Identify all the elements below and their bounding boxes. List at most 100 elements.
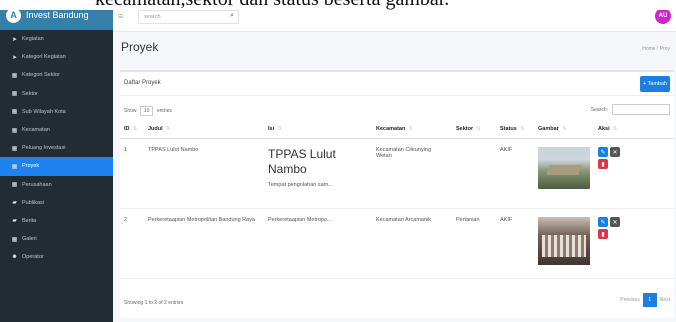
table-row: 1 TPPAS Lulut Nambo TPPAS Lulut Nambo Te… <box>120 138 674 209</box>
add-project-button[interactable]: + Tambah <box>640 76 670 92</box>
users-icon: ☻ <box>11 254 18 261</box>
sidebar-item-label: Proyek <box>22 163 40 170</box>
sidebar-item-label: Operator <box>22 254 44 261</box>
sidebar-item-berita[interactable]: ▰ Berita <box>0 212 113 230</box>
table-header-row: ID ⇅ Judul ⇅ Isi ⇅ Kecamatan ⇅ Sektor ⇅ Statu… <box>120 120 674 139</box>
grid-icon: ▦ <box>11 236 18 243</box>
column-header-kecamatan[interactable]: Kecamatan ⇅ <box>372 120 452 139</box>
isi-title: TPPAS Lulut Nambo <box>268 147 336 176</box>
close-icon[interactable]: ✕ <box>610 147 620 157</box>
table-search-label: Search: <box>590 106 608 113</box>
cell-sektor: Pertanian <box>452 208 496 279</box>
cell-id: 2 <box>120 208 144 279</box>
cell-judul: Perkeretaapian Metropolitan Bandung Raya <box>144 208 264 279</box>
sidebar-item-label: Peluang Investasi <box>22 145 66 152</box>
folder-icon: ▰ <box>12 200 17 207</box>
grid-icon: ▦ <box>11 127 18 134</box>
project-list-card: Daftar Proyek + Tambah Show 10 entries S… <box>120 70 674 318</box>
project-image <box>538 147 590 189</box>
entries-label: entries <box>156 108 172 114</box>
sidebar-item-label: Kategori Kegiatan <box>22 54 66 61</box>
grid-icon: ▦ <box>11 91 18 98</box>
avatar[interactable]: AU <box>655 8 671 24</box>
cell-isi: TPPAS Lulut Nambo Tempat pengolahan sam.… <box>264 138 372 209</box>
caption-overlay: kecamatan,sektor dan status beserta gamb… <box>0 0 676 10</box>
cell-kecamatan: Kecamatan Cileunying Wetan <box>372 138 452 209</box>
sidebar-item-peluang-investasi[interactable]: ▦ Peluang Investasi <box>0 139 113 157</box>
cell-id: 1 <box>120 138 144 209</box>
sidebar-item-sub-wilayah-kota[interactable]: ▦ Sub Wilayah Kota <box>0 103 113 121</box>
cell-status: AKIF <box>496 138 534 209</box>
isi-excerpt: Perkeretaapian Metropo... <box>268 217 332 223</box>
table-info: Showing 1 to 2 of 2 entries <box>124 300 184 306</box>
cell-judul: TPPAS Lulut Nambo <box>144 138 264 209</box>
edit-icon[interactable]: ✎ <box>598 217 608 227</box>
main-content: Proyek Home / Proy Daftar Proyek + Tamba… <box>113 32 676 322</box>
cell-isi: Perkeretaapian Metropo... <box>264 208 372 279</box>
sidebar-item-kategori-kegiatan[interactable]: ➤ Kategori Kegiatan <box>0 48 113 66</box>
brand-name: Invest Bandung <box>26 10 89 20</box>
column-header-gambar[interactable]: Gambar ⇅ <box>534 120 594 139</box>
pagination: Previous 1 Next <box>620 293 670 307</box>
sidebar-item-kategori-sektor[interactable]: ▦ Kategori Sektor <box>0 66 113 84</box>
column-header-aksi[interactable]: Aksi ⇅ <box>594 120 674 139</box>
column-header-status[interactable]: Status ⇅ <box>496 120 534 139</box>
cell-status: AKIF <box>496 208 534 279</box>
search-icon[interactable]: ⌕ <box>230 10 234 22</box>
cell-aksi: ✎ ✕ ▮ <box>594 138 674 209</box>
table-search: Search: <box>591 104 670 115</box>
cell-aksi: ✎ ✕ ▮ <box>594 208 674 279</box>
table-row: 2 Perkeretaapian Metropolitan Bandung Ra… <box>120 208 674 279</box>
sidebar-item-kegiatan[interactable]: ➤ Kegiatan <box>0 30 113 48</box>
table-search-input[interactable] <box>612 104 670 115</box>
pagination-page-1[interactable]: 1 <box>642 293 657 307</box>
sidebar-item-proyek[interactable]: ▦ Proyek <box>0 157 113 176</box>
location-arrow-icon: ➤ <box>11 36 18 43</box>
project-image <box>538 217 590 265</box>
trash-icon[interactable]: ▮ <box>598 229 608 239</box>
trash-icon[interactable]: ▮ <box>598 159 608 169</box>
card-title: Daftar Proyek <box>124 80 161 86</box>
location-arrow-icon: ➤ <box>11 54 18 61</box>
sidebar-item-publikasi[interactable]: ▰ Publikasi <box>0 194 113 212</box>
sidebar-item-label: Sub Wilayah Kota <box>22 108 66 115</box>
hamburger-menu-icon[interactable]: ≡ <box>118 11 136 21</box>
card-header: Daftar Proyek + Tambah <box>120 72 674 96</box>
entries-length-control: Show 10 entries <box>124 106 172 116</box>
project-table: ID ⇅ Judul ⇅ Isi ⇅ Kecamatan ⇅ Sektor ⇅ Statu… <box>120 120 674 279</box>
breadcrumb[interactable]: Home / Proy <box>642 46 670 52</box>
sidebar-nav: ➤ Kegiatan ➤ Kategori Kegiatan ▦ Kategori S… <box>0 30 113 266</box>
close-icon[interactable]: ✕ <box>610 217 620 227</box>
cell-kecamatan: Kecamatan Arcamanik <box>372 208 452 279</box>
sidebar-item-label: Berita <box>22 217 37 224</box>
cell-sektor <box>452 138 496 209</box>
cell-gambar <box>534 138 594 209</box>
pagination-next[interactable]: Next <box>660 297 670 303</box>
pagination-previous[interactable]: Previous <box>620 297 639 303</box>
column-header-judul[interactable]: Judul ⇅ <box>144 120 264 139</box>
column-header-isi[interactable]: Isi ⇅ <box>264 120 372 139</box>
folder-icon: ▰ <box>12 218 17 225</box>
sidebar-item-kecamatan[interactable]: ▦ Kecamatan <box>0 121 113 139</box>
grid-icon: ▦ <box>11 72 18 79</box>
grid-icon: ▦ <box>11 109 18 116</box>
show-label: Show <box>124 108 137 114</box>
page-title: Proyek <box>121 40 159 54</box>
sidebar-item-sektor[interactable]: ▦ Sektor <box>0 85 113 103</box>
sidebar-item-operator[interactable]: ☻ Operator <box>0 248 113 266</box>
search-input[interactable]: search ⌕ <box>138 10 239 24</box>
column-header-id[interactable]: ID ⇅ <box>120 120 144 139</box>
entries-select[interactable]: 10 <box>139 106 154 116</box>
sidebar: A Invest Bandung ➤ Kegiatan ➤ Kategori Keg… <box>0 0 113 322</box>
sidebar-item-label: Kecamatan <box>22 127 50 134</box>
sidebar-item-galeri[interactable]: ▦ Galeri <box>0 230 113 248</box>
sidebar-item-perusahaan[interactable]: ▦ Perusahaan <box>0 176 113 194</box>
caption-text: kecamatan,sektor dan status beserta gamb… <box>95 0 449 10</box>
grid-icon: ▦ <box>11 145 18 152</box>
app-window: A Invest Bandung ➤ Kegiatan ➤ Kategori Keg… <box>0 0 676 322</box>
sidebar-item-label: Perusahaan <box>22 181 52 188</box>
cell-gambar <box>534 208 594 279</box>
edit-icon[interactable]: ✎ <box>598 147 608 157</box>
column-header-sektor[interactable]: Sektor ⇅ <box>452 120 496 139</box>
sidebar-item-label: Kategori Sektor <box>22 72 60 79</box>
